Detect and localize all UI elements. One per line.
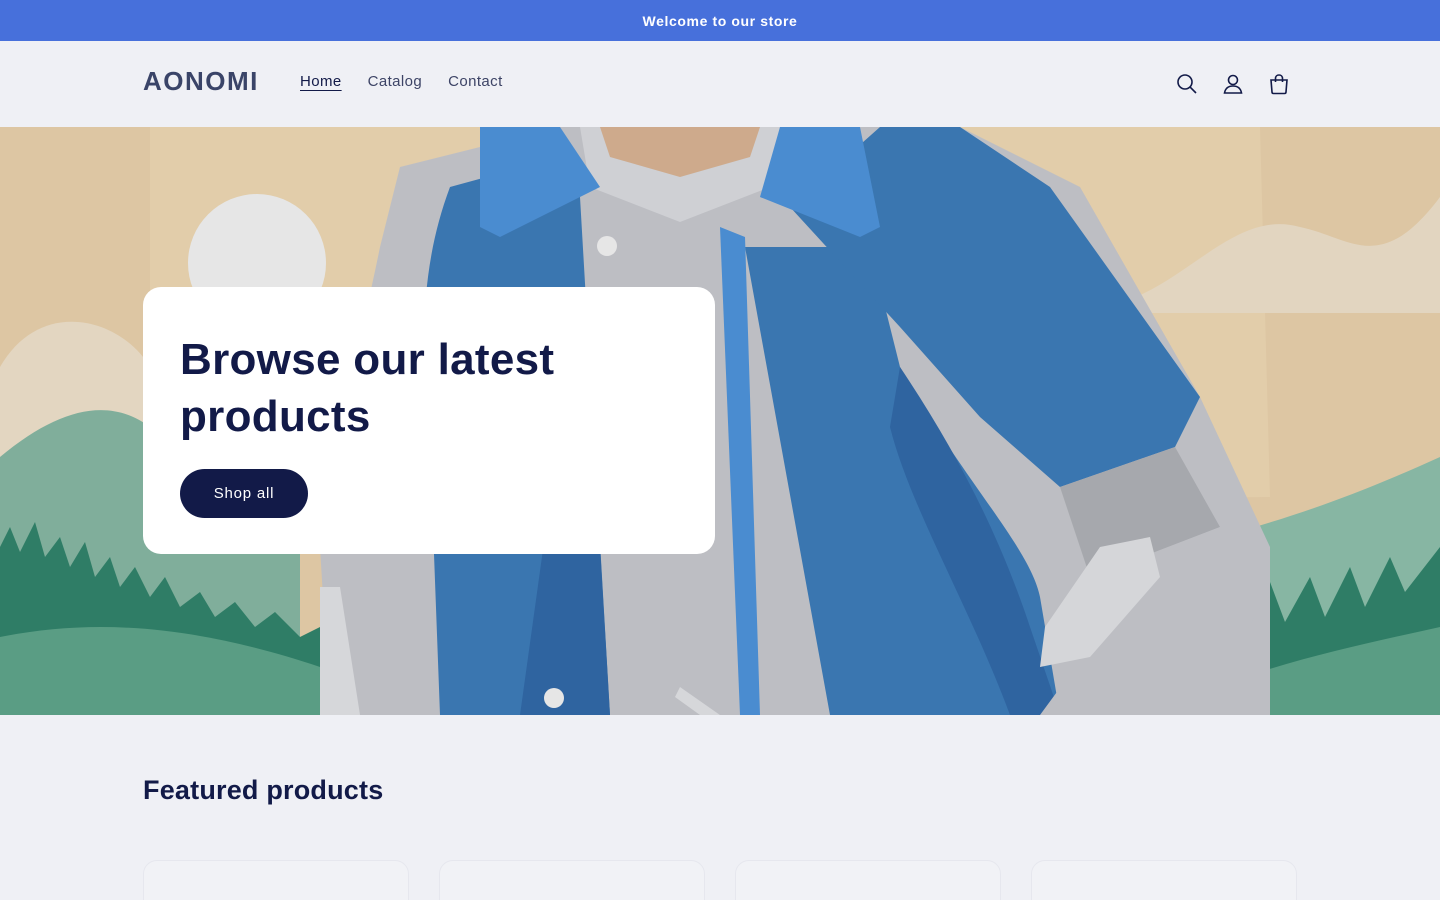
cart-icon (1270, 74, 1288, 95)
shop-all-button[interactable]: Shop all (180, 469, 308, 518)
account-button[interactable] (1212, 63, 1254, 105)
store-logo[interactable]: AONOMI (143, 66, 259, 97)
search-button[interactable] (1166, 63, 1208, 105)
product-card[interactable] (143, 860, 409, 900)
main-nav: Home Catalog Contact (300, 73, 503, 90)
header-actions (1166, 63, 1300, 105)
announcement-text: Welcome to our store (642, 12, 798, 29)
hero-card: Browse our latest products Shop all (143, 287, 715, 554)
search-icon (1177, 74, 1197, 94)
featured-products-title: Featured products (143, 775, 384, 805)
nav-contact-link[interactable]: Contact (448, 73, 503, 90)
product-card[interactable] (1031, 860, 1297, 900)
nav-catalog-link[interactable]: Catalog (368, 73, 423, 90)
announcement-bar: Welcome to our store (0, 0, 1440, 41)
cart-button[interactable] (1258, 63, 1300, 105)
hero-banner: Browse our latest products Shop all (0, 127, 1440, 715)
product-grid (143, 860, 1297, 900)
site-header: AONOMI Home Catalog Contact (0, 41, 1440, 127)
account-icon (1223, 74, 1243, 94)
hero-heading: Browse our latest products (180, 335, 555, 441)
nav-home-link[interactable]: Home (300, 73, 342, 90)
product-card[interactable] (735, 860, 1001, 900)
product-card[interactable] (439, 860, 705, 900)
